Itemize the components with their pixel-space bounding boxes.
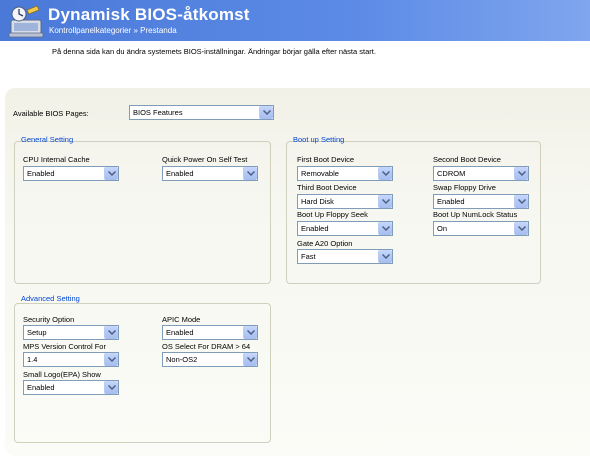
cpu-cache-value: Enabled <box>27 169 55 178</box>
os-dram-value: Non-OS2 <box>166 355 198 364</box>
chevron-down-icon[interactable] <box>104 167 118 180</box>
chevron-down-icon[interactable] <box>243 326 257 339</box>
page-header: Dynamisk BIOS-åtkomst Kontrollpanelkateg… <box>0 0 590 41</box>
intro-text: På denna sida kan du ändra systemets BIO… <box>52 47 376 56</box>
advanced-setting-title: Advanced Setting <box>21 294 80 303</box>
second-boot-value: CDROM <box>437 169 466 178</box>
chevron-down-icon[interactable] <box>514 195 528 208</box>
floppy-seek-value: Enabled <box>301 224 329 233</box>
floppy-seek-select[interactable]: Enabled <box>297 221 393 236</box>
chevron-down-icon[interactable] <box>514 222 528 235</box>
breadcrumb: Kontrollpanelkategorier » Prestanda <box>49 26 177 35</box>
os-dram-select[interactable]: Non-OS2 <box>162 352 258 367</box>
chevron-down-icon[interactable] <box>514 167 528 180</box>
second-boot-select[interactable]: CDROM <box>433 166 529 181</box>
first-boot-value: Removable <box>301 169 339 178</box>
chevron-down-icon[interactable] <box>378 250 392 263</box>
numlock-value: On <box>437 224 448 233</box>
chevron-down-icon[interactable] <box>378 167 392 180</box>
cpu-cache-select[interactable]: Enabled <box>23 166 119 181</box>
third-boot-value: Hard Disk <box>301 197 334 206</box>
chevron-down-icon[interactable] <box>378 222 392 235</box>
security-select[interactable]: Setup <box>23 325 119 340</box>
computer-settings-icon <box>8 5 44 38</box>
small-logo-select[interactable]: Enabled <box>23 380 119 395</box>
page-title: Dynamisk BIOS-åtkomst <box>48 5 250 24</box>
bios-pages-select[interactable]: BIOS Features <box>129 105 274 120</box>
apic-label: APIC Mode <box>162 315 201 324</box>
floppy-seek-label: Boot Up Floppy Seek <box>297 210 368 219</box>
quick-post-value: Enabled <box>166 169 194 178</box>
swap-floppy-label: Swap Floppy Drive <box>433 183 496 192</box>
apic-value: Enabled <box>166 328 194 337</box>
apic-select[interactable]: Enabled <box>162 325 258 340</box>
first-boot-label: First Boot Device <box>297 155 355 164</box>
chevron-down-icon[interactable] <box>104 326 118 339</box>
swap-floppy-value: Enabled <box>437 197 465 206</box>
cpu-cache-label: CPU Internal Cache <box>23 155 90 164</box>
numlock-label: Boot Up NumLock Status <box>433 210 518 219</box>
gate-a20-select[interactable]: Fast <box>297 249 393 264</box>
gate-a20-value: Fast <box>301 252 316 261</box>
boot-setting-title: Boot up Setting <box>293 135 345 144</box>
mps-label: MPS Version Control For <box>23 342 106 351</box>
chevron-down-icon[interactable] <box>104 381 118 394</box>
third-boot-label: Third Boot Device <box>297 183 357 192</box>
chevron-down-icon[interactable] <box>243 167 257 180</box>
small-logo-label: Small Logo(EPA) Show <box>23 370 101 379</box>
mps-value: 1.4 <box>27 355 38 364</box>
chevron-down-icon[interactable] <box>243 353 257 366</box>
security-label: Security Option <box>23 315 75 324</box>
quick-post-label: Quick Power On Self Test <box>162 155 248 164</box>
small-logo-value: Enabled <box>27 383 55 392</box>
chevron-down-icon[interactable] <box>259 106 273 119</box>
numlock-select[interactable]: On <box>433 221 529 236</box>
swap-floppy-select[interactable]: Enabled <box>433 194 529 209</box>
bios-pages-value: BIOS Features <box>133 108 183 117</box>
first-boot-select[interactable]: Removable <box>297 166 393 181</box>
third-boot-select[interactable]: Hard Disk <box>297 194 393 209</box>
bios-pages-label: Available BIOS Pages: <box>13 109 89 118</box>
os-dram-label: OS Select For DRAM > 64 <box>162 342 251 351</box>
quick-post-select[interactable]: Enabled <box>162 166 258 181</box>
second-boot-label: Second Boot Device <box>433 155 501 164</box>
chevron-down-icon[interactable] <box>378 195 392 208</box>
security-value: Setup <box>27 328 47 337</box>
chevron-down-icon[interactable] <box>104 353 118 366</box>
general-setting-title: General Setting <box>21 135 74 144</box>
gate-a20-label: Gate A20 Option <box>297 239 353 248</box>
bios-settings-panel: Available BIOS Pages: BIOS Features Gene… <box>5 88 590 456</box>
mps-select[interactable]: 1.4 <box>23 352 119 367</box>
